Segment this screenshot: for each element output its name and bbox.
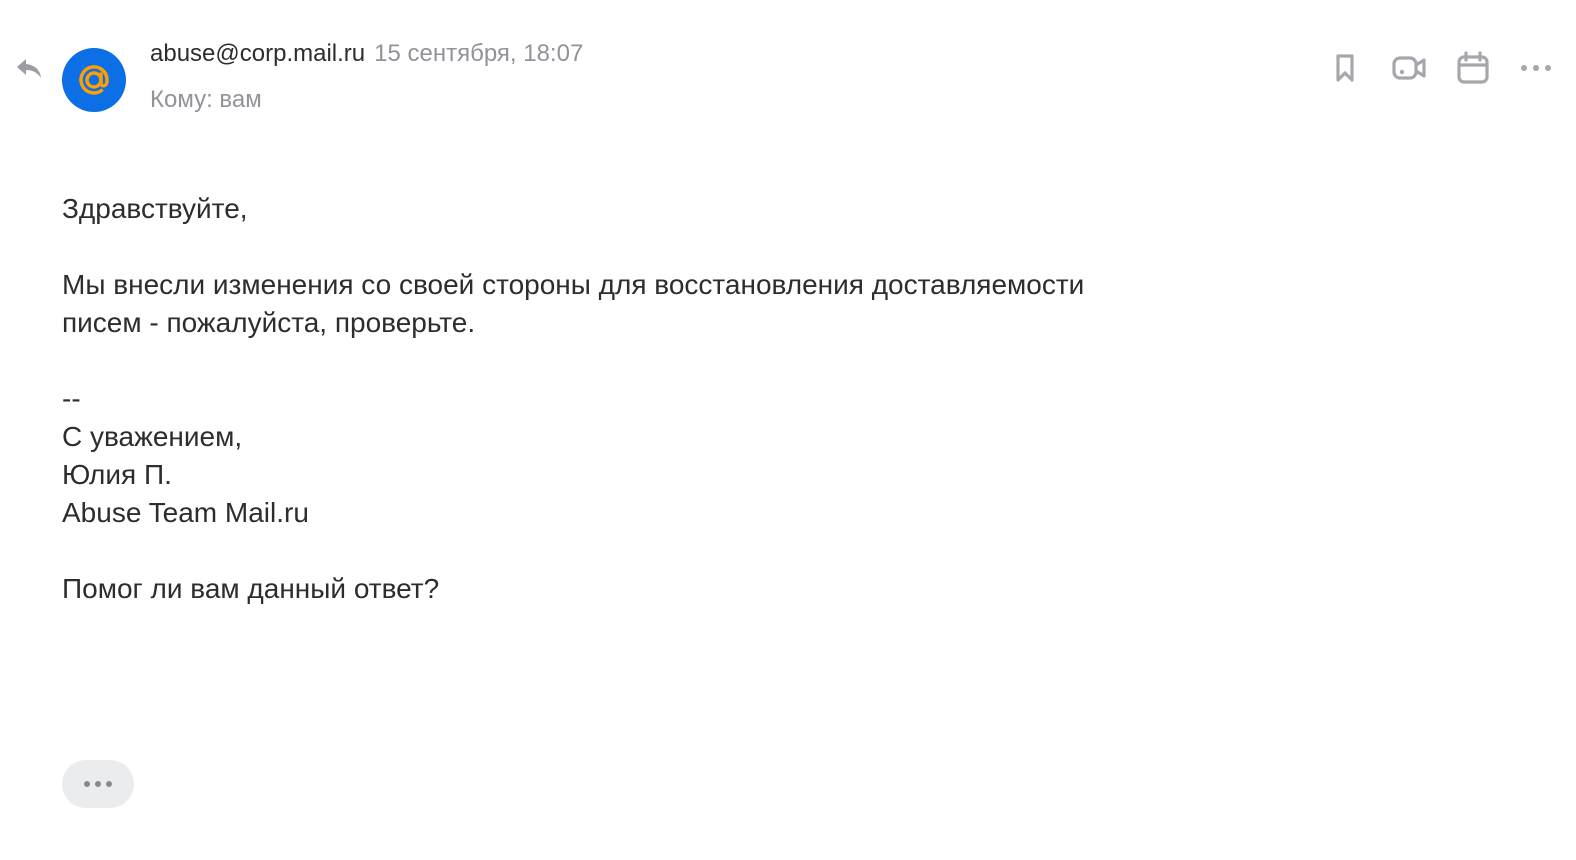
message-body: Здравствуйте, Мы внесли изменения со сво… [62, 190, 1262, 608]
body-line-1: Мы внесли изменения со своей стороны для… [62, 269, 1085, 300]
calendar-button[interactable] [1453, 48, 1493, 88]
message-view: abuse@corp.mail.ru 15 сентября, 18:07 Ко… [0, 0, 1576, 860]
show-quoted-button[interactable] [62, 760, 134, 808]
bookmark-button[interactable] [1325, 48, 1365, 88]
signature-team: Abuse Team Mail.ru [62, 497, 309, 528]
signature-regards: С уважением, [62, 421, 243, 452]
video-call-icon [1392, 56, 1426, 80]
sender-email[interactable]: abuse@corp.mail.ru [150, 40, 365, 68]
bookmark-icon [1336, 54, 1354, 82]
message-date: 15 сентября, 18:07 [374, 40, 584, 67]
at-sign-icon [79, 65, 109, 95]
more-button[interactable] [1516, 48, 1556, 88]
more-icon [1521, 65, 1551, 71]
feedback-question: Помог ли вам данный ответ? [62, 573, 440, 604]
calendar-icon [1457, 51, 1489, 84]
signature-name: Юлия П. [62, 459, 172, 490]
video-call-button[interactable] [1389, 48, 1429, 88]
body-line-2: писем - пожалуйста, проверьте. [62, 307, 476, 338]
greeting: Здравствуйте, [62, 193, 248, 224]
reply-icon[interactable] [14, 54, 44, 82]
message-toolbar [1276, 48, 1576, 88]
recipient-line: Кому: вам [150, 86, 262, 113]
signature-separator: -- [62, 383, 81, 414]
ellipsis-icon [84, 781, 112, 787]
sender-line: abuse@corp.mail.ru 15 сентября, 18:07 [150, 40, 583, 74]
sender-avatar[interactable] [62, 48, 126, 112]
